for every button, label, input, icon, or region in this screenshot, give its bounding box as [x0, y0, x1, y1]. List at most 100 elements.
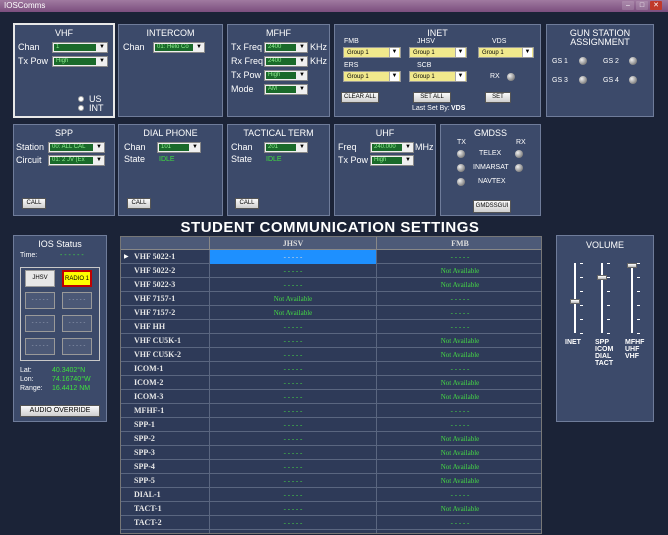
- jhsv-cell[interactable]: - - - - -: [209, 390, 376, 404]
- mfhf-uhf-vhf-volume-slider-track[interactable]: [631, 263, 633, 333]
- fmb-cell[interactable]: - - - - -: [376, 292, 541, 306]
- jhsv-cell[interactable]: - - - - -: [209, 362, 376, 376]
- spp-icom-volume-slider-thumb[interactable]: [597, 275, 607, 280]
- fmb-cell[interactable]: Not Available: [376, 390, 541, 404]
- fmb-cell[interactable]: Not Available: [376, 446, 541, 460]
- mfhf-mode-select[interactable]: AM ▼: [264, 84, 308, 95]
- table-row[interactable]: SPP-2 - - - - - Not Available: [121, 432, 541, 446]
- fmb-cell[interactable]: Not Available: [376, 474, 541, 488]
- audio-override-button[interactable]: AUDIO OVERRIDE: [20, 405, 100, 417]
- jhsv-cell[interactable]: - - - - -: [209, 446, 376, 460]
- vhf-int-radio[interactable]: [78, 105, 84, 111]
- spp-call-button[interactable]: CALL: [22, 198, 46, 209]
- fmb-cell[interactable]: Not Available: [376, 460, 541, 474]
- table-row[interactable]: SPP-5 - - - - - Not Available: [121, 474, 541, 488]
- ios-slot-button[interactable]: - - - - -: [25, 292, 55, 309]
- spp-circuit-select[interactable]: 01: 2 JV (Ex ▼: [48, 155, 105, 166]
- table-row[interactable]: VHF 5022-2 - - - - - Not Available: [121, 264, 541, 278]
- telex-tx-led-icon[interactable]: [457, 150, 465, 158]
- table-row[interactable]: VHF HH - - - - -- - - - -: [121, 320, 541, 334]
- jhsv-cell[interactable]: - - - - -: [209, 530, 376, 533]
- tact-call-button[interactable]: CALL: [235, 198, 259, 209]
- fmb-cell[interactable]: - - - - -: [376, 488, 541, 502]
- vhf-txpow-select[interactable]: High ▼: [52, 56, 108, 67]
- jhsv-cell[interactable]: - - - - -: [209, 432, 376, 446]
- vhf-chan-select[interactable]: 1 ▼: [52, 42, 108, 53]
- fmb-cell[interactable]: - - - - -: [376, 362, 541, 376]
- table-row[interactable]: UHF-1- - - - -Not Available: [121, 530, 541, 533]
- set-button[interactable]: SET: [485, 92, 511, 103]
- ios-slot-button[interactable]: - - - - -: [25, 338, 55, 355]
- jhsv-cell[interactable]: - - - - -: [209, 418, 376, 432]
- gs4-led-icon[interactable]: [629, 76, 637, 84]
- fmb-cell[interactable]: Not Available: [376, 348, 541, 362]
- set-all-button[interactable]: SET ALL: [413, 92, 451, 103]
- gs2-led-icon[interactable]: [629, 57, 637, 65]
- vhf-us-radio[interactable]: [78, 96, 84, 102]
- inet-fmb-select[interactable]: Group 1 ▼: [343, 47, 401, 58]
- jhsv-cell[interactable]: - - - - -: [209, 264, 376, 278]
- navtex-tx-led-icon[interactable]: [457, 178, 465, 186]
- jhsv-cell[interactable]: - - - - -: [209, 376, 376, 390]
- fmb-cell[interactable]: Not Available: [376, 376, 541, 390]
- jhsv-cell[interactable]: - - - - -: [209, 334, 376, 348]
- inet-volume-slider-thumb[interactable]: [570, 298, 580, 304]
- intercom-chan-select[interactable]: 01: Helo Co ▼: [153, 42, 205, 53]
- fmb-cell[interactable]: - - - - -: [376, 250, 541, 264]
- jhsv-cell[interactable]: - - - - -: [209, 502, 376, 516]
- fmb-cell[interactable]: - - - - -: [376, 320, 541, 334]
- mfhf-txpow-select[interactable]: High ▼: [264, 70, 308, 81]
- ios-slot-button[interactable]: - - - - -: [62, 338, 92, 355]
- inmarsat-rx-led-icon[interactable]: [515, 164, 523, 172]
- jhsv-cell[interactable]: - - - - -: [209, 516, 376, 530]
- table-row[interactable]: VHF 5022-3 - - - - - Not Available: [121, 278, 541, 292]
- table-row[interactable]: MFHF-1 - - - - -- - - - -: [121, 404, 541, 418]
- gs3-led-icon[interactable]: [579, 76, 587, 84]
- table-row[interactable]: VHF 5022-1 - - - - -- - - - - ▶: [121, 250, 541, 264]
- fmb-cell[interactable]: - - - - -: [376, 404, 541, 418]
- dial-chan-select[interactable]: 101 ▼: [157, 142, 201, 153]
- spp-station-select[interactable]: 00: ALL CAL ▼: [48, 142, 105, 153]
- spp-icom-volume-slider-track[interactable]: [601, 263, 603, 333]
- uhf-freq-select[interactable]: 240.000 ▼: [370, 142, 414, 153]
- inet-ers-select[interactable]: Group 1 ▼: [343, 71, 401, 82]
- inet-scb-select[interactable]: Group 1 ▼: [409, 71, 467, 82]
- jhsv-cell[interactable]: - - - - -: [209, 320, 376, 334]
- table-row[interactable]: VHF CU5K-2 - - - - - Not Available: [121, 348, 541, 362]
- fmb-cell[interactable]: Not Available: [376, 530, 541, 533]
- jhsv-cell[interactable]: - - - - -: [209, 250, 376, 264]
- fmb-cell[interactable]: - - - - -: [376, 516, 541, 530]
- fmb-cell[interactable]: Not Available: [376, 502, 541, 516]
- jhsv-column-header[interactable]: JHSV: [209, 237, 376, 250]
- uhf-txpow-select[interactable]: High ▼: [370, 155, 414, 166]
- dial-call-button[interactable]: CALL: [127, 198, 151, 209]
- fmb-cell[interactable]: - - - - -: [376, 418, 541, 432]
- fmb-cell[interactable]: Not Available: [376, 334, 541, 348]
- fmb-cell[interactable]: Not Available: [376, 432, 541, 446]
- fmb-column-header[interactable]: FMB: [376, 237, 541, 250]
- jhsv-cell[interactable]: - - - - -: [209, 404, 376, 418]
- table-row[interactable]: SPP-4 - - - - - Not Available: [121, 460, 541, 474]
- jhsv-cell[interactable]: - - - - -: [209, 278, 376, 292]
- close-icon[interactable]: ✕: [650, 1, 662, 10]
- inmarsat-tx-led-icon[interactable]: [457, 164, 465, 172]
- table-row[interactable]: SPP-3 - - - - - Not Available: [121, 446, 541, 460]
- jhsv-cell[interactable]: - - - - -: [209, 474, 376, 488]
- fmb-cell[interactable]: - - - - -: [376, 306, 541, 320]
- inet-vds-select[interactable]: Group 1 ▼: [478, 47, 534, 58]
- table-row[interactable]: DIAL-1 - - - - -- - - - -: [121, 488, 541, 502]
- jhsv-cell[interactable]: - - - - -: [209, 348, 376, 362]
- table-row[interactable]: SPP-1 - - - - -- - - - -: [121, 418, 541, 432]
- tact-chan-select[interactable]: 201 ▼: [264, 142, 308, 153]
- table-row[interactable]: ICOM-2 - - - - - Not Available: [121, 376, 541, 390]
- gs1-led-icon[interactable]: [579, 57, 587, 65]
- jhsv-cell[interactable]: - - - - -: [209, 488, 376, 502]
- mfhf-uhf-vhf-volume-slider-thumb[interactable]: [627, 263, 637, 269]
- ios-slot-button[interactable]: - - - - -: [25, 315, 55, 332]
- mfhf-rxfreq-select[interactable]: 2400 ▼: [264, 56, 308, 67]
- jhsv-source-button[interactable]: JHSV: [25, 270, 55, 287]
- minimize-icon[interactable]: –: [622, 1, 634, 10]
- fmb-cell[interactable]: Not Available: [376, 278, 541, 292]
- ios-slot-button[interactable]: - - - - -: [62, 315, 92, 332]
- ios-slot-button[interactable]: - - - - -: [62, 292, 92, 309]
